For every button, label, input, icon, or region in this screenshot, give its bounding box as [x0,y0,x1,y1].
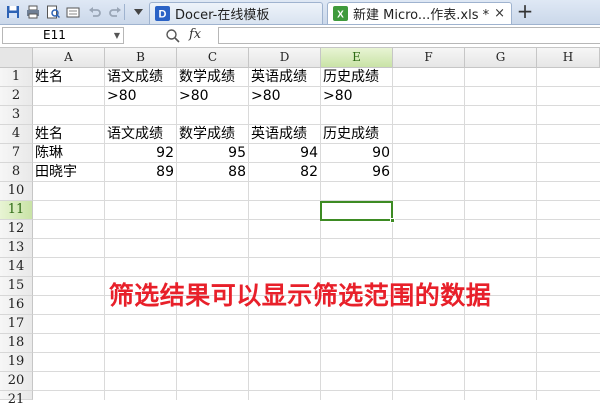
docer-icon: D [154,6,170,22]
row-header-17[interactable]: 17 [0,315,33,334]
gridline [33,219,600,220]
cell-e4[interactable]: 历史成绩 [321,125,393,144]
cell-a8[interactable]: 田晓宇 [33,163,105,182]
cell-b1[interactable]: 语文成绩 [105,68,177,87]
select-all-corner[interactable] [0,48,33,68]
fill-handle[interactable] [390,218,395,223]
cell-b8[interactable]: 89 [105,163,177,182]
gridline [33,257,600,258]
row-header-7[interactable]: 7 [0,144,33,163]
cell-c1[interactable]: 数学成绩 [177,68,249,87]
cell-e8[interactable]: 96 [321,163,393,182]
row-header-12[interactable]: 12 [0,220,33,239]
cell-b7[interactable]: 92 [105,144,177,163]
chevron-down-icon[interactable]: ▼ [114,28,120,43]
gridline [33,371,600,372]
cell-d2[interactable]: >80 [249,87,321,106]
formula-bar: E11 ▼ fx [0,25,600,48]
cell-e1[interactable]: 历史成绩 [321,68,393,87]
column-header-f[interactable]: F [393,48,465,68]
cell-a7[interactable]: 陈琳 [33,144,105,163]
cell-e7[interactable]: 90 [321,144,393,163]
column-header-b[interactable]: B [105,48,177,68]
cell-a1[interactable]: 姓名 [33,68,105,87]
row-header-18[interactable]: 18 [0,334,33,353]
row-header-8[interactable]: 8 [0,163,33,182]
row-header-10[interactable]: 10 [0,182,33,201]
formula-input[interactable] [218,27,600,44]
cell-d1[interactable]: 英语成绩 [249,68,321,87]
gridline [33,352,600,353]
name-box-value: E11 [43,28,66,42]
gridline [392,68,393,400]
row-header-14[interactable]: 14 [0,258,33,277]
cell-d4[interactable]: 英语成绩 [249,125,321,144]
column-header-d[interactable]: D [249,48,321,68]
gridline [176,68,177,400]
insert-function-button[interactable]: fx [189,27,201,42]
close-icon[interactable]: × [494,6,505,21]
gridline [33,238,600,239]
row-header-2[interactable]: 2 [0,87,33,106]
overlay-caption: 筛选结果可以显示筛选范围的数据 [108,281,492,310]
cell-b4[interactable]: 语文成绩 [105,125,177,144]
cell-d7[interactable]: 94 [249,144,321,163]
row-header-20[interactable]: 20 [0,372,33,391]
cell-b2[interactable]: >80 [105,87,177,106]
gridline [536,68,537,400]
tab-workbook[interactable]: X 新建 Micro...作表.xls * × [327,2,512,24]
save-icon[interactable] [4,3,21,20]
print-settings-icon[interactable] [64,3,81,20]
row-header-21[interactable]: 21 [0,391,33,407]
redo-icon[interactable] [106,3,123,20]
tab-docer[interactable]: D Docer-在线模板 [149,2,323,24]
column-header-h[interactable]: H [537,48,600,68]
cell-d8[interactable]: 82 [249,163,321,182]
column-header-c[interactable]: C [177,48,249,68]
gridline [33,390,600,391]
zoom-icon[interactable] [165,28,181,44]
print-preview-icon[interactable] [44,3,61,20]
gridline [320,68,321,400]
row-header-19[interactable]: 19 [0,353,33,372]
cell-e2[interactable]: >80 [321,87,393,106]
row-header-13[interactable]: 13 [0,239,33,258]
cell-a4[interactable]: 姓名 [33,125,105,144]
dropdown-icon[interactable] [130,4,146,20]
gridline [104,68,105,400]
gridline [33,200,600,201]
column-header-e[interactable]: E [321,48,393,68]
new-tab-button[interactable]: + [514,1,536,22]
toolbar-separator [124,4,125,20]
column-header-a[interactable]: A [33,48,105,68]
cell-c7[interactable]: 95 [177,144,249,163]
row-header-4[interactable]: 4 [0,125,33,144]
gridline [464,68,465,400]
row-header-3[interactable]: 3 [0,106,33,125]
gridline [33,314,600,315]
active-cell-e11[interactable] [320,201,393,221]
undo-icon[interactable] [86,3,103,20]
cell-c4[interactable]: 数学成绩 [177,125,249,144]
gridline [33,333,600,334]
name-box[interactable]: E11 ▼ [2,27,124,44]
column-header-g[interactable]: G [465,48,537,68]
tab-label: 新建 Micro...作表.xls * [353,8,490,23]
svg-text:D: D [158,9,166,21]
print-icon[interactable] [24,3,41,20]
cell-c8[interactable]: 88 [177,163,249,182]
title-bar: D Docer-在线模板 X 新建 Micro...作表.xls * × + [0,0,600,25]
cell-c2[interactable]: >80 [177,87,249,106]
row-header-1[interactable]: 1 [0,68,33,87]
svg-text:X: X [337,10,344,21]
tab-label: Docer-在线模板 [175,8,270,23]
gridline [248,68,249,400]
excel-icon: X [332,6,348,22]
cell-a2[interactable] [33,87,105,106]
row-header-11[interactable]: 11 [0,201,33,220]
